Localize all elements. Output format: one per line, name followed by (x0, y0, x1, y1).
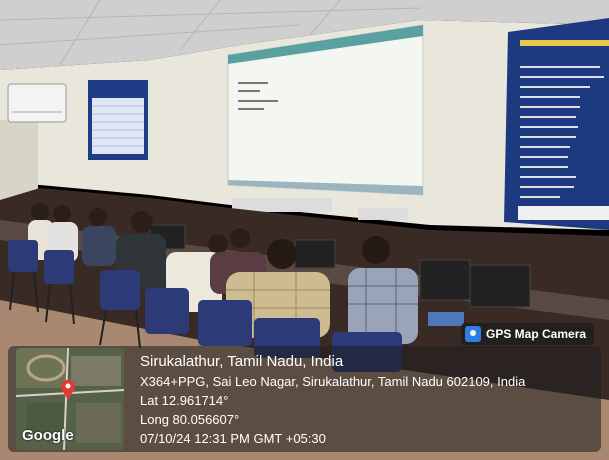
photo-scene: GPS Map Camera Google Sirukalathur, Tami… (0, 0, 609, 460)
book (428, 312, 464, 326)
gps-camera-icon (465, 326, 481, 342)
gps-map-camera-badge: GPS Map Camera (461, 323, 595, 345)
air-conditioner (7, 83, 67, 123)
map-thumbnail: Google (16, 348, 124, 450)
location-latitude: Lat 12.961714° (140, 393, 229, 408)
location-address: X364+PPG, Sai Leo Nagar, Sirukalathur, T… (140, 374, 526, 389)
google-logo: Google (22, 427, 74, 444)
location-longitude: Long 80.056607° (140, 412, 240, 427)
location-city: Sirukalathur, Tamil Nadu, India (140, 353, 344, 370)
location-datetime: 07/10/24 12:31 PM GMT +05:30 (140, 431, 326, 446)
location-info: Sirukalathur, Tamil Nadu, India X364+PPG… (140, 352, 525, 448)
gps-badge-label: GPS Map Camera (486, 327, 587, 341)
right-poster (504, 18, 609, 230)
